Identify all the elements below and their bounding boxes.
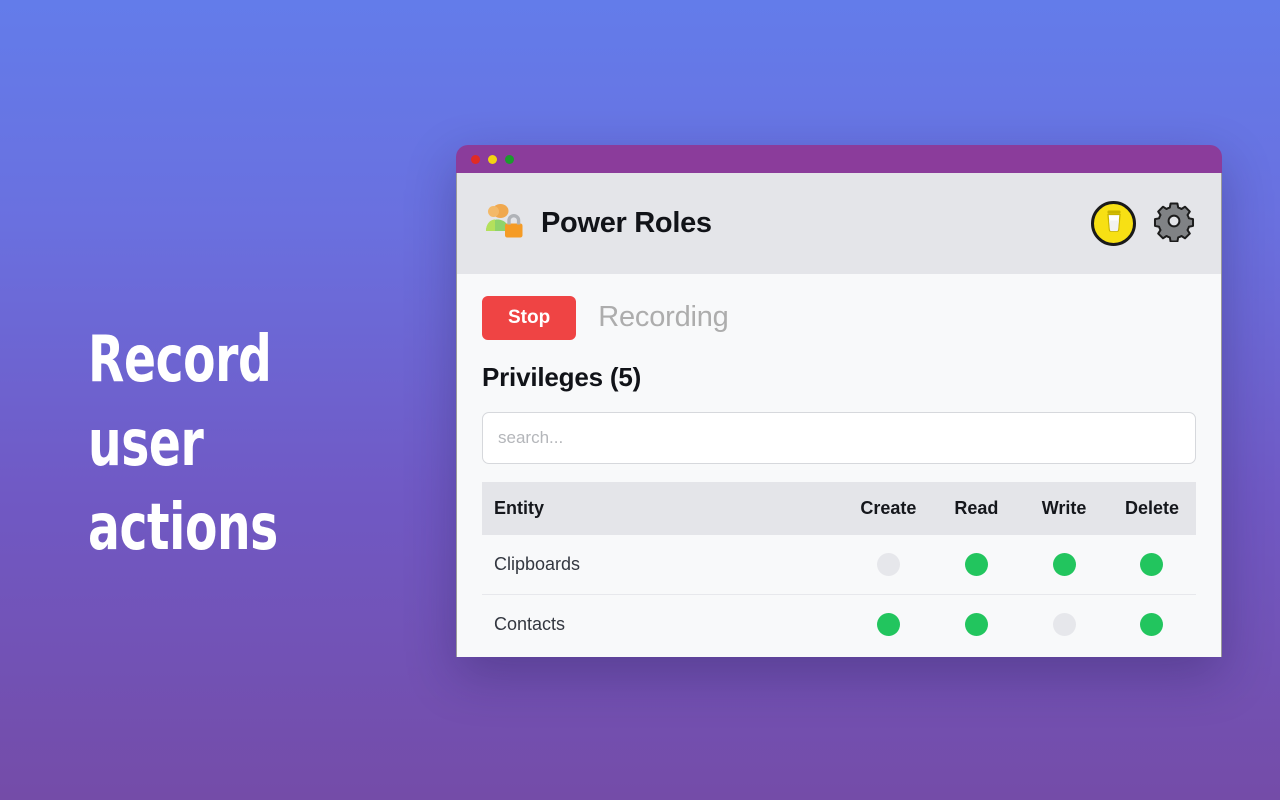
entity-name: Clipboards	[482, 534, 845, 595]
privileges-heading: Privileges (5)	[482, 361, 642, 392]
permission-create-cell[interactable]	[844, 534, 933, 595]
permission-read-cell[interactable]	[932, 593, 1021, 654]
permission-indicator	[1052, 612, 1076, 636]
table-row[interactable]: Contacts	[482, 593, 1196, 654]
coffee-cup-icon	[1103, 209, 1125, 238]
recording-status-label: Recording	[598, 301, 729, 334]
maximize-window-button[interactable]	[505, 154, 514, 164]
table-header-row: Entity Create Read Write Delete	[482, 481, 1196, 535]
table-body: Clipboards Contacts	[482, 534, 1196, 654]
gear-icon	[1153, 200, 1195, 247]
permission-indicator	[1140, 552, 1164, 576]
settings-button[interactable]	[1153, 200, 1195, 247]
entity-name: Contacts	[482, 593, 845, 654]
table-row[interactable]: Clipboards	[482, 534, 1196, 595]
permission-delete-cell[interactable]	[1107, 534, 1196, 595]
privileges-table: Entity Create Read Write Delete Clipboar…	[482, 481, 1196, 654]
app-header: Power Roles	[457, 173, 1221, 274]
header-actions	[1091, 201, 1195, 246]
brand: Power Roles	[482, 198, 712, 249]
stop-recording-button[interactable]: Stop	[482, 296, 577, 340]
close-window-button[interactable]	[471, 154, 480, 164]
permission-write-cell[interactable]	[1020, 593, 1108, 654]
column-header-create[interactable]: Create	[844, 481, 933, 535]
permission-indicator	[964, 612, 988, 636]
permission-delete-cell[interactable]	[1107, 593, 1196, 654]
recorder-controls: Stop Recording	[482, 296, 1196, 340]
column-header-delete[interactable]: Delete	[1107, 481, 1196, 535]
window-titlebar	[456, 145, 1222, 173]
permission-indicator	[876, 612, 900, 636]
buy-me-a-coffee-button[interactable]	[1091, 201, 1136, 246]
permission-indicator	[1052, 552, 1076, 576]
app-content: Stop Recording Privileges (5) Entity Cre…	[457, 274, 1221, 654]
window-body: Power Roles Stop Recording Privileges (5…	[456, 173, 1222, 657]
app-title: Power Roles	[541, 207, 712, 239]
minimize-window-button[interactable]	[488, 154, 497, 164]
users-lock-icon	[482, 198, 528, 249]
table-header: Entity Create Read Write Delete	[482, 481, 1196, 535]
column-header-read[interactable]: Read	[932, 481, 1021, 535]
search-input[interactable]	[482, 411, 1196, 464]
permission-read-cell[interactable]	[932, 534, 1021, 595]
permission-indicator	[876, 552, 900, 576]
permission-create-cell[interactable]	[844, 593, 933, 654]
column-header-write[interactable]: Write	[1020, 481, 1108, 535]
permission-indicator	[1140, 612, 1164, 636]
page-title: Record user actions	[88, 323, 278, 565]
permission-indicator	[964, 552, 988, 576]
column-header-entity[interactable]: Entity	[482, 481, 845, 535]
permission-write-cell[interactable]	[1020, 534, 1108, 595]
app-window: Power Roles Stop Recording Privileges (5…	[456, 145, 1222, 657]
